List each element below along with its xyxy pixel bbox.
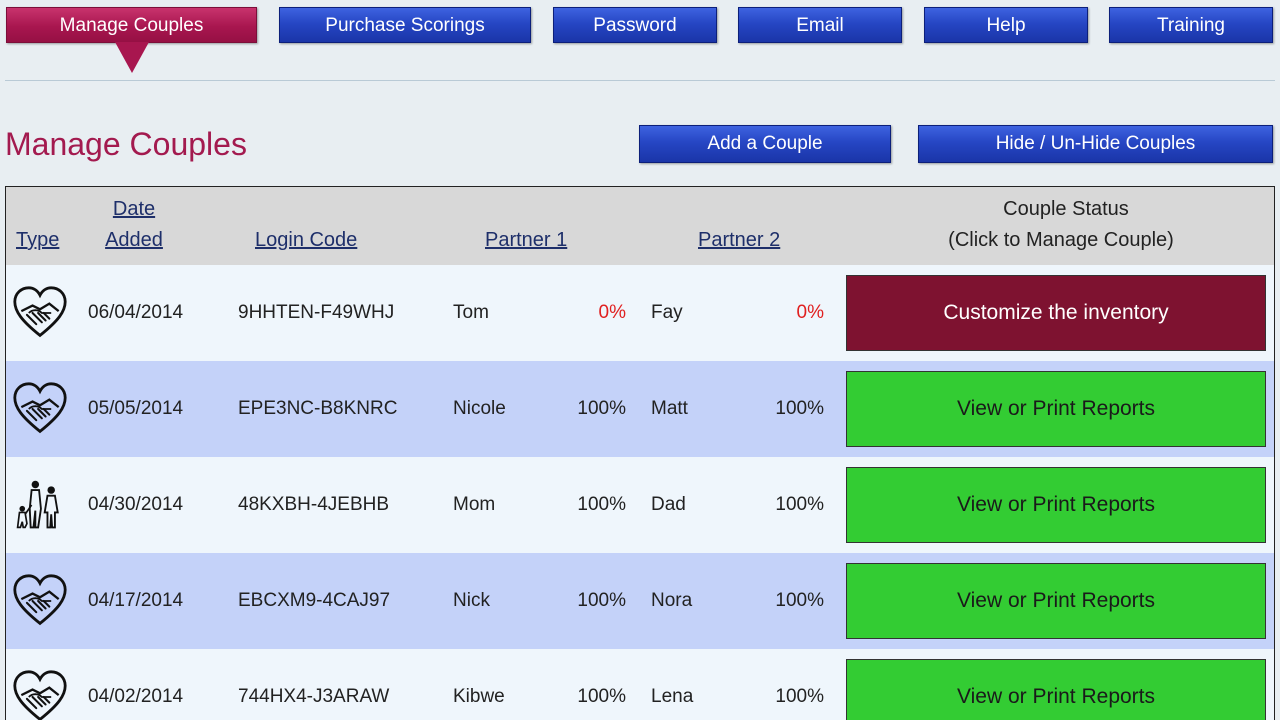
- table-row: 06/04/2014 9HHTEN-F49WHJ Tom 0% Fay 0% Customi…: [6, 265, 1274, 361]
- view-print-reports-button[interactable]: View or Print Reports: [846, 467, 1266, 543]
- partner2-percent: 100%: [775, 494, 824, 515]
- partner2-name: Lena: [651, 686, 694, 707]
- partner1-percent: 100%: [577, 494, 626, 515]
- nav-divider: [5, 80, 1275, 81]
- tab-training[interactable]: Training: [1109, 7, 1273, 43]
- handshake-heart-icon: [12, 573, 68, 629]
- partner2-name: Matt: [651, 398, 688, 419]
- partner1-name: Nicole: [453, 398, 506, 419]
- partner1-percent: 100%: [577, 686, 626, 707]
- couples-table: Type Date Added Login Code Partner 1 Par…: [5, 186, 1275, 720]
- tab-email[interactable]: Email: [738, 7, 902, 43]
- view-print-reports-button[interactable]: View or Print Reports: [846, 659, 1266, 720]
- add-couple-button[interactable]: Add a Couple: [639, 125, 891, 163]
- tab-help[interactable]: Help: [924, 7, 1088, 43]
- handshake-heart-icon: [12, 381, 68, 437]
- date-added: 04/02/2014: [88, 686, 184, 707]
- login-code: 9HHTEN-F49WHJ: [238, 302, 395, 323]
- login-code: EPE3NC-B8KNRC: [238, 398, 398, 419]
- view-print-reports-button[interactable]: View or Print Reports: [846, 371, 1266, 447]
- table-row: 04/30/2014 48KXBH-4JEBHB Mom 100% Dad 100% Vie…: [6, 457, 1274, 553]
- table-row: 04/17/2014 EBCXM9-4CAJ97 Nick 100% Nora 100% V…: [6, 553, 1274, 649]
- handshake-heart-icon: [12, 669, 68, 720]
- header-date-line2[interactable]: Added: [103, 225, 165, 256]
- table-row: 05/05/2014 EPE3NC-B8KNRC Nicole 100% Matt 100…: [6, 361, 1274, 457]
- partner1-name: Nick: [453, 590, 490, 611]
- family-icon: [12, 477, 68, 533]
- partner1-percent: 100%: [577, 398, 626, 419]
- header-login-code[interactable]: Login Code: [255, 225, 357, 256]
- partner2-percent: 100%: [775, 686, 824, 707]
- login-code: 744HX4-J3ARAW: [238, 686, 390, 707]
- date-added: 05/05/2014: [88, 398, 184, 419]
- partner1-percent: 100%: [577, 590, 626, 611]
- header-date-line1[interactable]: Date: [103, 194, 165, 225]
- active-tab-pointer: [115, 42, 149, 73]
- page-title: Manage Couples: [5, 126, 247, 162]
- partner2-name: Nora: [651, 590, 693, 611]
- header-partner2[interactable]: Partner 2: [698, 225, 780, 256]
- header-type[interactable]: Type: [16, 225, 59, 256]
- partner2-name: Dad: [651, 494, 686, 515]
- date-added: 04/17/2014: [88, 590, 184, 611]
- tab-password[interactable]: Password: [553, 7, 717, 43]
- login-code: 48KXBH-4JEBHB: [238, 494, 390, 515]
- header-status-line2: (Click to Manage Couple): [948, 229, 1174, 251]
- tab-purchase-scorings[interactable]: Purchase Scorings: [279, 7, 531, 43]
- login-code: EBCXM9-4CAJ97: [238, 590, 391, 611]
- tab-manage-couples[interactable]: Manage Couples: [6, 7, 257, 43]
- view-print-reports-button[interactable]: View or Print Reports: [846, 563, 1266, 639]
- partner1-percent: 0%: [598, 302, 626, 323]
- header-partner1[interactable]: Partner 1: [485, 225, 567, 256]
- date-added: 06/04/2014: [88, 302, 184, 323]
- partner1-name: Mom: [453, 494, 496, 515]
- partner2-percent: 100%: [775, 398, 824, 419]
- partner2-name: Fay: [651, 302, 683, 323]
- table-row: 04/02/2014 744HX4-J3ARAW Kibwe 100% Lena 100%…: [6, 649, 1274, 720]
- customize-inventory-button[interactable]: Customize the inventory: [846, 275, 1266, 351]
- partner1-name: Kibwe: [453, 686, 505, 707]
- date-added: 04/30/2014: [88, 494, 184, 515]
- header-status-line1: Couple Status: [1003, 198, 1129, 220]
- partner2-percent: 0%: [796, 302, 824, 323]
- table-header: Type Date Added Login Code Partner 1 Par…: [6, 187, 1274, 265]
- handshake-heart-icon: [12, 285, 68, 341]
- hide-unhide-couples-button[interactable]: Hide / Un-Hide Couples: [918, 125, 1273, 163]
- manage-couples-page: Manage Couples Purchase Scorings Passwor…: [0, 0, 1280, 720]
- partner1-name: Tom: [453, 302, 489, 323]
- partner2-percent: 100%: [775, 590, 824, 611]
